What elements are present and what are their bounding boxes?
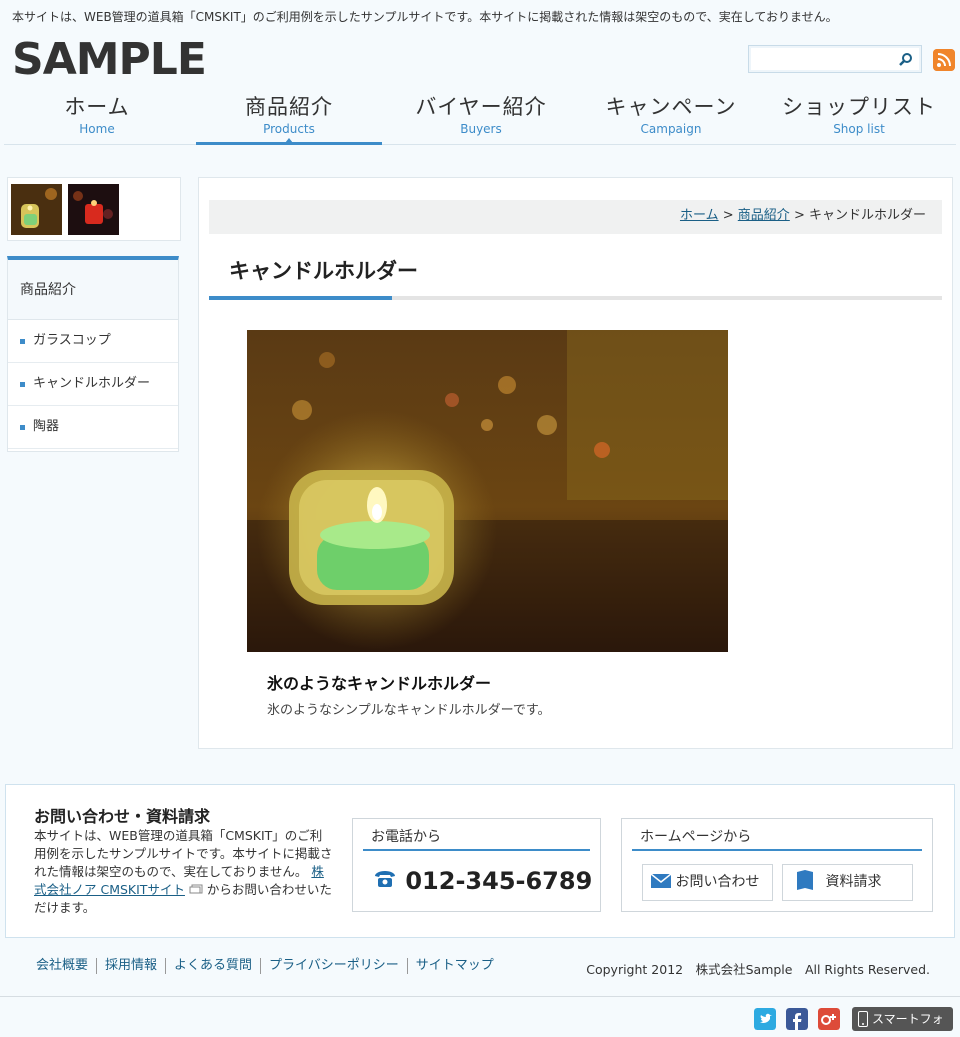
inquiry-button[interactable]: お問い合わせ	[642, 864, 773, 901]
nav-products-jp: 商品紹介	[245, 95, 333, 119]
product-photo	[247, 330, 728, 652]
phone-number[interactable]: 012-345-6789	[373, 867, 592, 895]
nav-home-jp: ホーム	[64, 95, 130, 119]
contact-heading: お問い合わせ・資料請求	[34, 807, 211, 826]
breadcrumb: ホーム > 商品紹介 > キャンドルホルダー	[209, 200, 942, 234]
sidebar-title: 商品紹介	[8, 260, 178, 320]
sidebar-item-candle-holder[interactable]: キャンドルホルダー	[8, 363, 178, 406]
copyright: Copyright 2012 株式会社Sample All Rights Res…	[586, 962, 930, 977]
breadcrumb-home[interactable]: ホーム	[680, 208, 719, 223]
thumbnail-candle-red[interactable]	[68, 184, 119, 235]
contact-text-intro: 本サイトは、WEB管理の道具箱「CMSKIT」のご利用例を示したサンプルサイトで…	[34, 828, 333, 879]
nav-products-en: Products	[263, 122, 315, 136]
phone-box: お電話から 012-345-6789	[352, 818, 601, 912]
smartphone-label: スマートフォン	[872, 1012, 944, 1037]
document-request-button[interactable]: 資料請求	[782, 864, 913, 901]
nav-home[interactable]: ホーム Home	[4, 92, 190, 145]
footer-link-faq[interactable]: よくある質問	[166, 958, 262, 974]
product-title: 氷のようなキャンドルホルダー	[267, 674, 492, 693]
nav-products[interactable]: 商品紹介 Products	[196, 92, 382, 145]
footer-link-sitemap[interactable]: サイトマップ	[408, 958, 502, 974]
document-icon	[797, 870, 813, 890]
sidebar-category-menu: 商品紹介 ガラスコップ キャンドルホルダー 陶器	[7, 256, 179, 452]
contact-text: 本サイトは、WEB管理の道具箱「CMSKIT」のご利用例を示したサンプルサイトで…	[34, 827, 334, 917]
phone-heading: お電話から	[363, 825, 590, 851]
product-description: 氷のようなシンプルなキャンドルホルダーです。	[267, 703, 551, 718]
document-button-label: 資料請求	[825, 874, 882, 890]
thumbnail-candle-green[interactable]	[11, 184, 62, 235]
thumbnail-strip	[7, 177, 181, 241]
nav-shop-list-jp: ショップリスト	[782, 95, 936, 119]
search-icon[interactable]	[899, 52, 913, 66]
footer-link-recruit[interactable]: 採用情報	[97, 958, 167, 974]
breadcrumb-separator: >	[722, 208, 734, 223]
smartphone-icon	[858, 1011, 868, 1027]
footer-link-company[interactable]: 会社概要	[28, 958, 98, 974]
rss-icon[interactable]	[933, 49, 955, 71]
nav-buyers-en: Buyers	[460, 122, 502, 136]
site-logo[interactable]: SAMPLE	[12, 34, 207, 86]
sidebar-item-glass-cup[interactable]: ガラスコップ	[8, 320, 178, 363]
site-notice: 本サイトは、WEB管理の道具箱「CMSKIT」のご利用例を示したサンプルサイトで…	[12, 10, 838, 24]
contact-section: お問い合わせ・資料請求 本サイトは、WEB管理の道具箱「CMSKIT」のご利用例…	[5, 784, 955, 938]
breadcrumb-current: キャンドルホルダー	[808, 208, 926, 223]
footer-nav: 会社概要 採用情報 よくある質問 プライバシーポリシー サイトマップ	[28, 958, 502, 974]
nav-campaign-jp: キャンペーン	[605, 95, 737, 119]
nav-shop-list[interactable]: ショップリスト Shop list	[766, 92, 952, 145]
footer-divider	[0, 996, 960, 997]
footer-link-privacy[interactable]: プライバシーポリシー	[261, 958, 408, 974]
nav-campaign-en: Campaign	[640, 122, 702, 136]
phone-icon	[375, 871, 395, 887]
web-inquiry-box: ホームページから お問い合わせ 資料請求	[621, 818, 933, 912]
phone-number-text: 012-345-6789	[405, 867, 593, 895]
nav-buyers-jp: バイヤー紹介	[415, 95, 547, 119]
nav-shop-list-en: Shop list	[833, 122, 885, 136]
external-window-icon	[189, 884, 203, 894]
active-indicator	[285, 138, 293, 143]
breadcrumb-category[interactable]: 商品紹介	[738, 208, 790, 223]
nav-campaign[interactable]: キャンペーン Campaign	[576, 92, 766, 145]
title-underline	[209, 296, 942, 300]
smartphone-button[interactable]: スマートフォン	[852, 1007, 953, 1037]
search-input[interactable]	[753, 50, 893, 68]
global-nav: ホーム Home 商品紹介 Products バイヤー紹介 Buyers キャン…	[4, 92, 956, 145]
nav-home-en: Home	[79, 122, 115, 136]
breadcrumb-separator: >	[793, 208, 805, 223]
mail-icon	[650, 873, 672, 888]
web-heading: ホームページから	[632, 825, 922, 851]
main-content: ホーム > 商品紹介 > キャンドルホルダー キャンドルホルダー 氷のようなキャ…	[198, 177, 953, 749]
inquiry-button-label: お問い合わせ	[675, 874, 760, 890]
page-title: キャンドルホルダー	[229, 259, 418, 283]
search-box	[748, 45, 922, 73]
facebook-icon[interactable]	[786, 1008, 808, 1030]
google-plus-icon[interactable]	[818, 1008, 840, 1030]
sidebar-item-ceramics[interactable]: 陶器	[8, 406, 178, 449]
twitter-icon[interactable]	[754, 1008, 776, 1030]
nav-buyers[interactable]: バイヤー紹介 Buyers	[386, 92, 576, 145]
